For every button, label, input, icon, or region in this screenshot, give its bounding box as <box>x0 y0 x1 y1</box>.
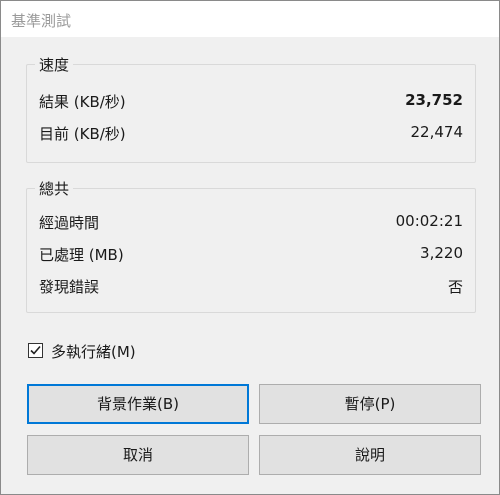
help-button[interactable]: 說明 <box>259 435 481 475</box>
processed-label: 已處理 (MB) <box>39 246 124 264</box>
speed-group: 速度 結果 (KB/秒) 23,752 目前 (KB/秒) 22,474 <box>26 54 476 163</box>
cancel-button[interactable]: 取消 <box>27 435 249 475</box>
background-button[interactable]: 背景作業(B) <box>27 384 249 424</box>
speed-result-value: 23,752 <box>405 91 463 109</box>
speed-result-label: 結果 (KB/秒) <box>39 93 126 111</box>
processed-row: 已處理 (MB) 3,220 <box>39 244 463 266</box>
speed-result-row: 結果 (KB/秒) 23,752 <box>39 91 463 113</box>
elapsed-time-row: 經過時間 00:02:21 <box>39 212 463 234</box>
processed-value: 3,220 <box>420 244 463 262</box>
pause-button[interactable]: 暫停(P) <box>259 384 481 424</box>
speed-current-label: 目前 (KB/秒) <box>39 125 126 143</box>
errors-row: 發現錯誤 否 <box>39 276 463 298</box>
elapsed-time-label: 經過時間 <box>39 214 100 232</box>
errors-label: 發現錯誤 <box>39 278 100 296</box>
speed-group-label: 速度 <box>35 54 74 75</box>
title-bar[interactable]: 基準測試 <box>1 1 499 37</box>
total-group-label: 總共 <box>35 178 74 199</box>
speed-current-row: 目前 (KB/秒) 22,474 <box>39 123 463 145</box>
multithread-checkbox[interactable] <box>28 343 43 358</box>
total-group: 總共 經過時間 00:02:21 已處理 (MB) 3,220 發現錯誤 否 <box>26 178 476 313</box>
checkmark-icon <box>30 345 41 355</box>
multithread-label[interactable]: 多執行緒(M) <box>51 341 136 362</box>
speed-current-value: 22,474 <box>410 123 464 141</box>
window-title: 基準測試 <box>11 12 72 30</box>
benchmark-dialog: 基準測試 速度 結果 (KB/秒) 23,752 目前 (KB/秒) 22,47… <box>0 0 500 495</box>
errors-value: 否 <box>447 278 463 296</box>
elapsed-time-value: 00:02:21 <box>395 212 463 230</box>
